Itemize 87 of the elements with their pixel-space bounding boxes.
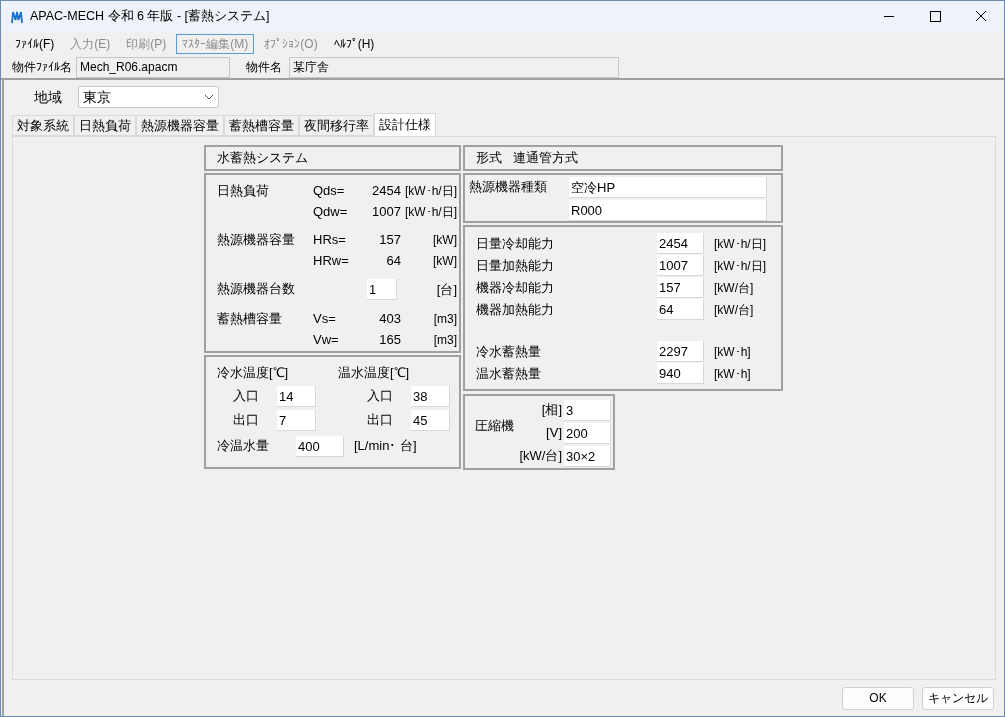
equipment-type-field[interactable]: 空冷HP: [569, 177, 767, 198]
capacity-label: 日量冷却能力: [476, 234, 555, 253]
group-label: 日熱負荷: [217, 182, 270, 200]
unit-label: [L/min･ 台]: [354, 437, 417, 456]
value-text: 157: [378, 230, 401, 249]
temperature-title: 冷水温度[℃]: [217, 364, 290, 382]
dialog-button[interactable]: キャンセル: [922, 686, 994, 710]
capacity-label: 温水蓄熱量: [476, 364, 542, 383]
temperature-title: 温水温度[℃]: [338, 364, 411, 382]
tab[interactable]: 夜間移行率: [299, 115, 374, 136]
menu-item[interactable]: ﾍﾙﾌﾟ(H): [327, 34, 381, 54]
symbol-label: HRw=: [313, 251, 350, 270]
tab[interactable]: 対象系統: [12, 115, 74, 136]
project-name-field: 某庁舎: [289, 56, 619, 78]
count-field[interactable]: 1: [367, 279, 397, 300]
field-label: 物件名: [246, 59, 283, 76]
value-text: 2454: [371, 181, 401, 200]
port-label: 入口: [233, 387, 260, 406]
unit-label: [kW/台]: [519, 447, 562, 466]
flow-label: 冷温水量: [217, 437, 270, 456]
unit-label: [m3]: [433, 331, 457, 349]
unit-label: [kW/台]: [714, 301, 754, 319]
unit-label: [kW･h/日]: [405, 203, 457, 221]
symbol-label: Qdw=: [313, 202, 349, 221]
port-label: 出口: [233, 411, 260, 430]
system-title: 水蓄熱システム: [217, 149, 308, 168]
value-text: 64: [385, 251, 401, 270]
region-dropdown[interactable]: 東京: [78, 86, 219, 108]
chevron-down-icon: [204, 94, 214, 100]
tab[interactable]: 日熱負荷: [74, 115, 136, 136]
tab[interactable]: 設計仕様: [374, 113, 436, 136]
file-name-field: Mech_R06.apacm: [76, 56, 230, 78]
capacity-field[interactable]: 940: [657, 363, 704, 384]
capacity-field[interactable]: 64: [657, 299, 704, 320]
unit-label: [kW]: [433, 231, 457, 249]
symbol-label: Qds=: [313, 181, 346, 200]
unit-label: [m3]: [433, 310, 457, 328]
flow-field[interactable]: 400: [296, 435, 344, 457]
format-value: 連通管方式: [513, 149, 578, 168]
equipment-type-label: 熱源機器種類: [469, 178, 548, 196]
capacity-field[interactable]: 1007: [657, 255, 704, 276]
compressor-field[interactable]: 200: [564, 422, 611, 444]
unit-label: [kW･h/日]: [405, 182, 457, 200]
unit-label: [kW/台]: [714, 279, 754, 297]
port-label: 入口: [367, 387, 394, 406]
capacity-label: 機器冷却能力: [476, 278, 555, 297]
compressor-label: 圧縮機: [475, 417, 514, 435]
value-text: 165: [378, 330, 401, 349]
unit-label: [kW･h/日]: [714, 235, 766, 253]
unit-label: [V]: [546, 424, 562, 443]
group-label: 熱源機器容量: [217, 231, 296, 249]
dialog-button[interactable]: OK: [842, 686, 914, 710]
temperature-field[interactable]: 45: [411, 409, 450, 431]
capacity-field[interactable]: 157: [657, 277, 704, 298]
tab[interactable]: 熱源機器容量: [136, 115, 224, 136]
equipment-type-field[interactable]: R000: [569, 200, 767, 221]
compressor-field[interactable]: 30×2: [564, 445, 611, 467]
value-text: 1007: [371, 202, 401, 221]
field-label: 物件ﾌｧｲﾙ名: [12, 59, 73, 76]
app-logo-icon: [10, 9, 24, 24]
unit-label: [相]: [541, 401, 562, 420]
symbol-label: Vw=: [313, 330, 340, 349]
capacity-field[interactable]: 2454: [657, 233, 704, 254]
tab[interactable]: 蓄熱槽容量: [224, 115, 299, 136]
unit-label: [kW･h]: [714, 343, 751, 361]
compressor-field[interactable]: 3: [564, 399, 611, 421]
format-label: 形式: [476, 149, 503, 168]
group-label: 蓄熱槽容量: [217, 310, 283, 328]
capacity-label: 冷水蓄熱量: [476, 342, 542, 361]
temperature-field[interactable]: 7: [277, 409, 316, 431]
unit-label: [kW]: [433, 252, 457, 270]
window-title: APAC-MECH 令和 6 年版 - [蓄熱システム]: [30, 8, 270, 26]
temperature-field[interactable]: 14: [277, 385, 316, 407]
unit-label: [kW･h/日]: [714, 257, 766, 275]
port-label: 出口: [367, 411, 394, 430]
unit-label: [kW･h]: [714, 365, 751, 383]
symbol-label: Vs=: [313, 309, 337, 328]
temperature-field[interactable]: 38: [411, 385, 450, 407]
group-label: 熱源機器台数: [217, 280, 296, 298]
region-label: 地域: [34, 87, 63, 107]
menu-item[interactable]: ﾌｧｲﾙ(F): [9, 34, 61, 54]
capacity-label: 日量加熱能力: [476, 256, 555, 275]
unit-label: [台]: [436, 280, 457, 299]
capacity-label: 機器加熱能力: [476, 300, 555, 319]
symbol-label: HRs=: [313, 230, 347, 249]
value-text: 403: [378, 309, 401, 328]
capacity-field[interactable]: 2297: [657, 341, 704, 362]
